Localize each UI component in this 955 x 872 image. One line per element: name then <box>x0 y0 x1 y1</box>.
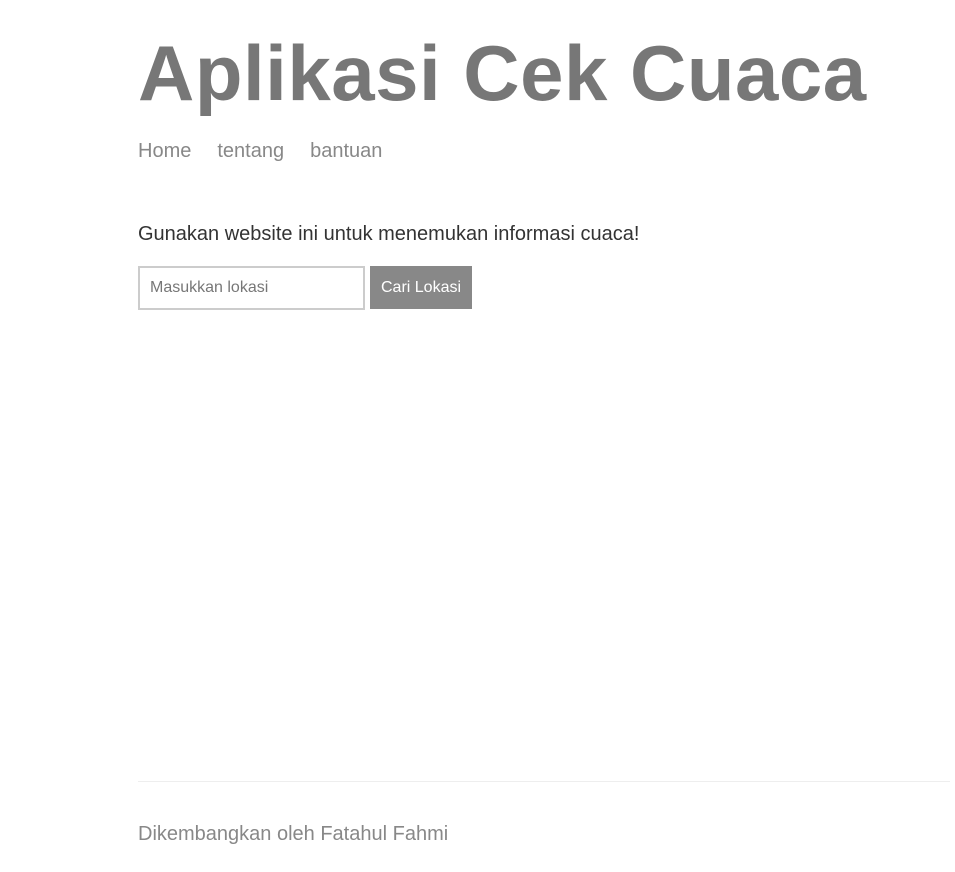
footer-divider <box>138 781 950 782</box>
page-title: Aplikasi Cek Cuaca <box>138 29 867 117</box>
intro-text: Gunakan website ini untuk menemukan info… <box>138 223 640 245</box>
search-location-button[interactable]: Cari Lokasi <box>370 266 473 309</box>
nav-link-tentang[interactable]: tentang <box>217 139 284 163</box>
nav-link-bantuan[interactable]: bantuan <box>310 139 382 163</box>
location-input[interactable] <box>138 266 365 310</box>
nav-bar: Home tentang bantuan <box>138 139 408 163</box>
footer-credit: Dikembangkan oleh Fatahul Fahmi <box>138 823 449 845</box>
page: Aplikasi Cek Cuaca Home tentang bantuan … <box>0 0 955 872</box>
search-form: Cari Lokasi <box>138 266 473 310</box>
nav-link-home[interactable]: Home <box>138 139 191 163</box>
